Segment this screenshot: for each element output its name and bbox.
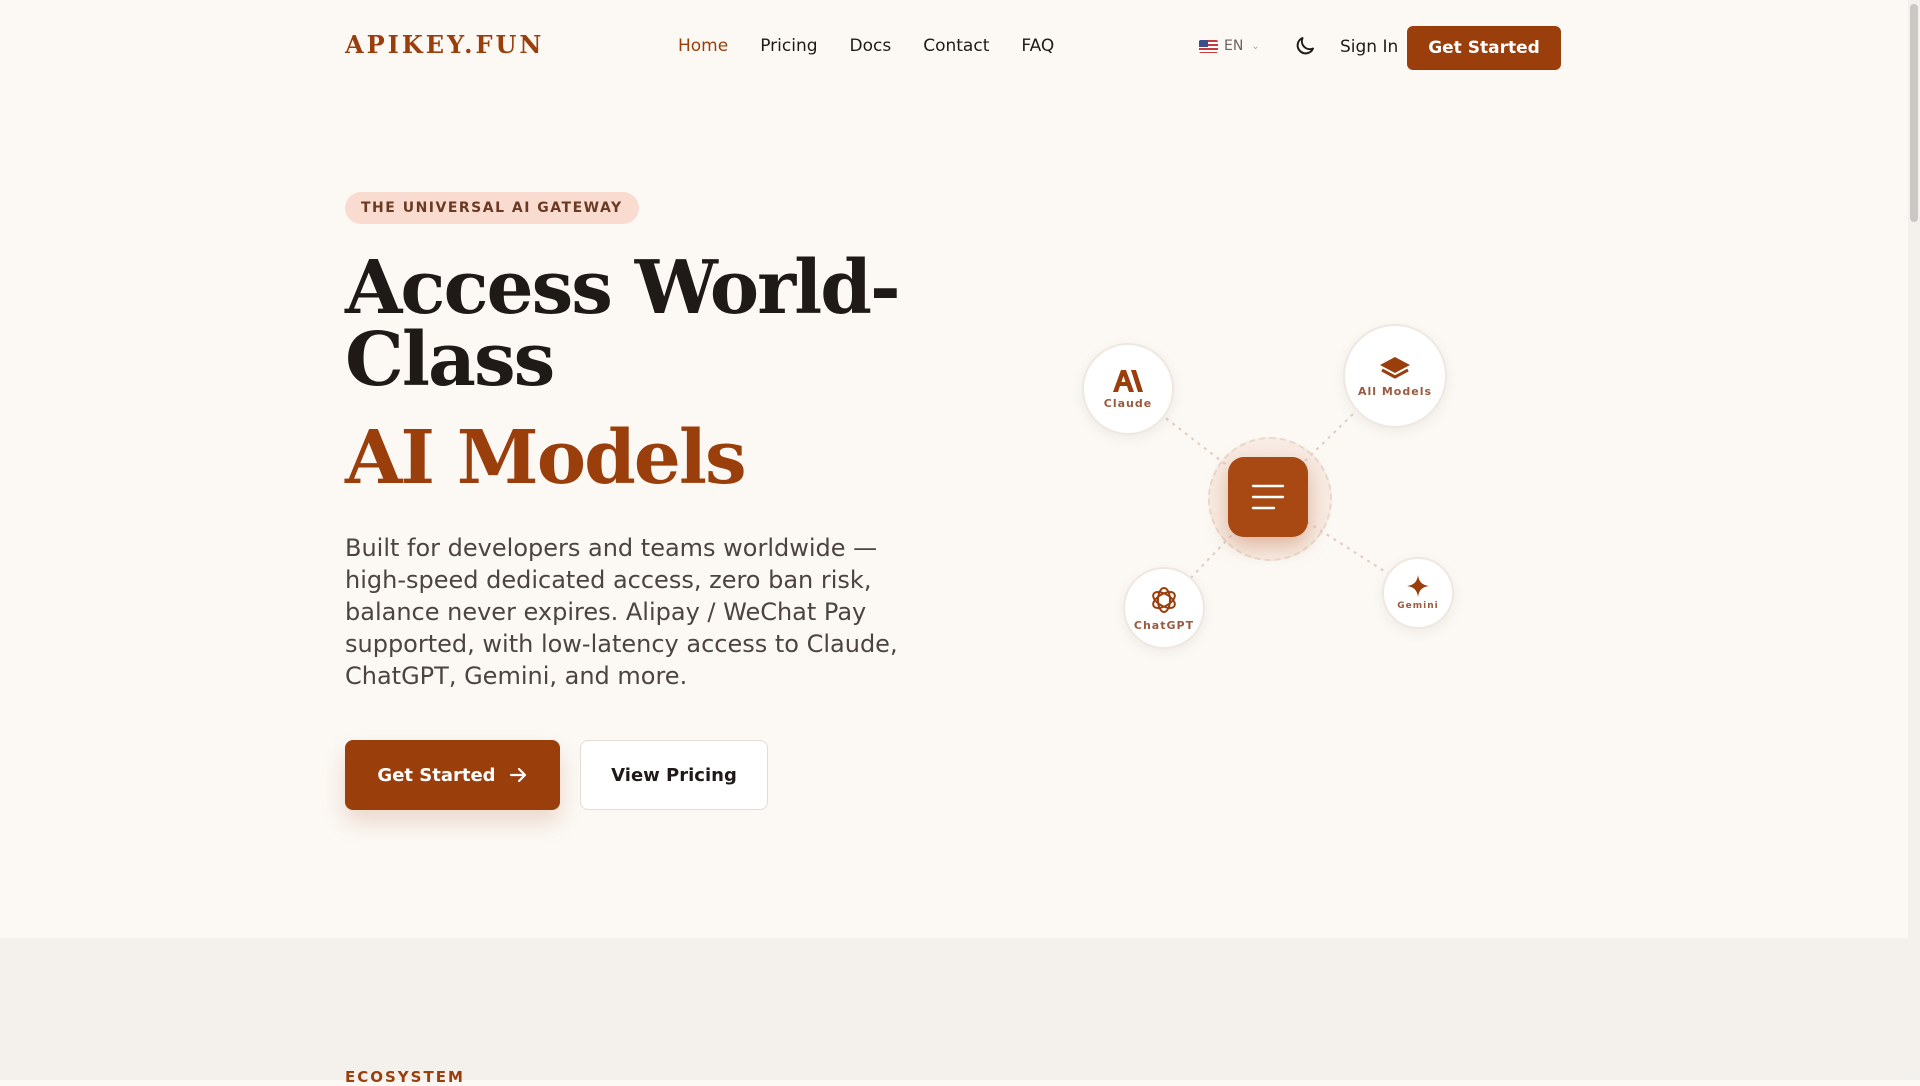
language-selector[interactable]: EN ⌄ (1199, 38, 1260, 54)
site-header: APIKEY.FUN Home Pricing Docs Contact FAQ… (0, 0, 1908, 96)
node-claude-label: Claude (1103, 396, 1153, 410)
scrollbar-thumb[interactable] (1910, 4, 1918, 222)
page-scrollbar[interactable] (1908, 0, 1920, 1080)
node-chatgpt[interactable]: ChatGPT (1123, 567, 1205, 649)
nav-contact[interactable]: Contact (923, 36, 989, 56)
logo[interactable]: APIKEY.FUN (345, 30, 544, 59)
node-chatgpt-label: ChatGPT (1133, 618, 1195, 632)
hero-title: Access World-Class (345, 245, 901, 403)
nav-faq[interactable]: FAQ (1021, 36, 1054, 56)
language-code: EN (1224, 38, 1244, 54)
claude-icon (1113, 369, 1143, 392)
menu-icon (1251, 484, 1285, 510)
ecosystem-eyebrow: ECOSYSTEM (345, 1068, 465, 1086)
chevron-down-icon: ⌄ (1251, 40, 1260, 52)
model-diagram: Claude All Models ChatGPT Gemini (1060, 300, 1480, 680)
sparkle-icon (1407, 575, 1429, 597)
node-claude[interactable]: Claude (1082, 343, 1174, 435)
view-pricing-button[interactable]: View Pricing (580, 740, 768, 810)
moon-icon (1296, 37, 1314, 55)
node-all-models[interactable]: All Models (1343, 324, 1447, 428)
node-all-models-label: All Models (1357, 384, 1433, 398)
ecosystem-section (0, 938, 1908, 1080)
node-gemini[interactable]: Gemini (1382, 557, 1454, 629)
sign-in-link[interactable]: Sign In (1340, 37, 1398, 57)
nav-docs[interactable]: Docs (850, 36, 892, 56)
hero-lead: Built for developers and teams worldwide… (345, 534, 898, 690)
header-get-started-button[interactable]: Get Started (1407, 26, 1561, 70)
gateway-hub[interactable] (1228, 457, 1308, 537)
nav-home[interactable]: Home (678, 36, 728, 56)
hero-get-started-button[interactable]: Get Started (345, 740, 560, 810)
main-nav: Home Pricing Docs Contact FAQ (678, 36, 1054, 56)
layers-icon (1380, 356, 1410, 378)
page: APIKEY.FUN Home Pricing Docs Contact FAQ… (0, 0, 1908, 1086)
hero-badge: THE UNIVERSAL AI GATEWAY (345, 192, 639, 224)
hero-title-accent: AI Models (345, 415, 747, 501)
theme-toggle-button[interactable] (1293, 34, 1317, 58)
hero-get-started-label: Get Started (377, 764, 496, 786)
arrow-right-icon (509, 767, 526, 783)
openai-icon (1152, 586, 1176, 613)
nav-pricing[interactable]: Pricing (760, 36, 817, 56)
us-flag-icon (1199, 39, 1218, 53)
node-gemini-label: Gemini (1397, 601, 1439, 611)
